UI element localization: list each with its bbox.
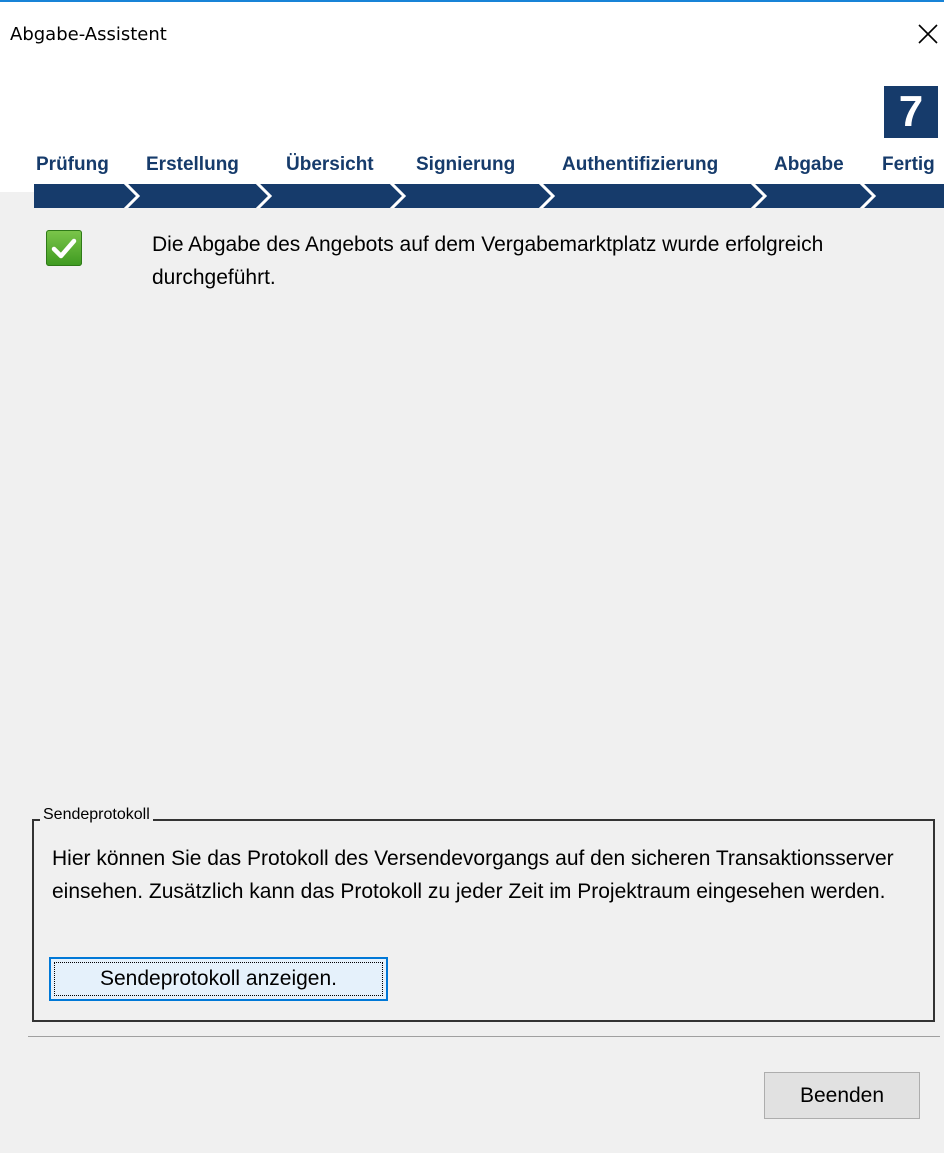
show-protocol-button[interactable]: Sendeprotokoll anzeigen. — [49, 957, 388, 1001]
current-step-number: 7 — [884, 86, 938, 138]
group-legend: Sendeprotokoll — [40, 806, 153, 824]
close-icon — [918, 24, 938, 44]
footer-divider — [28, 1036, 940, 1037]
step-label-authentifizierung: Authentifizierung — [562, 154, 719, 175]
success-message: Die Abgabe des Angebots auf dem Vergabem… — [152, 233, 824, 289]
group-description: Hier können Sie das Protokoll des Versen… — [52, 847, 894, 903]
header-area: Abgabe-Assistent 7 Prüfung Erstellung Üb… — [0, 2, 944, 192]
checkmark-icon — [46, 230, 82, 266]
window-title: Abgabe-Assistent — [10, 24, 167, 45]
close-button[interactable] — [906, 14, 944, 54]
step-progress-bar — [34, 184, 944, 208]
step-label-pruefung: Prüfung — [36, 154, 109, 175]
step-label-signierung: Signierung — [416, 154, 516, 175]
step-label-erstellung: Erstellung — [146, 154, 239, 175]
step-label-abgabe: Abgabe — [774, 154, 844, 175]
finish-button[interactable]: Beenden — [764, 1072, 920, 1119]
step-label-uebersicht: Übersicht — [286, 154, 374, 175]
progress-bar-fill — [34, 184, 944, 208]
finish-button-label: Beenden — [799, 1084, 885, 1107]
show-protocol-button-label: Sendeprotokoll anzeigen. — [99, 967, 337, 990]
wizard-window: Abgabe-Assistent 7 Prüfung Erstellung Üb… — [0, 0, 944, 1153]
step-label-fertig: Fertig — [882, 154, 935, 175]
